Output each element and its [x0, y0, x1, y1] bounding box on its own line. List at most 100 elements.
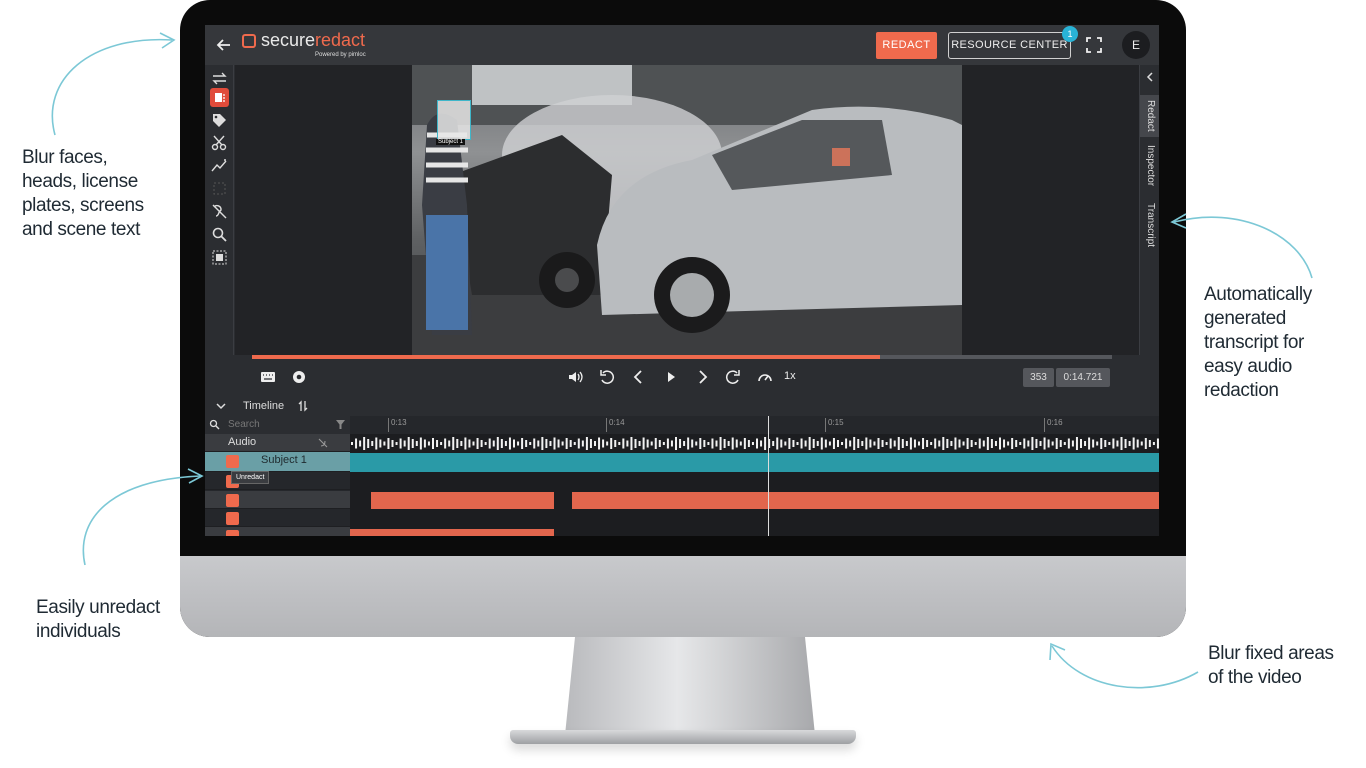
waveform-bar [614, 440, 617, 447]
waveform-bar [849, 440, 852, 447]
scissors-icon[interactable] [210, 133, 229, 152]
waveform-bar [1144, 438, 1147, 449]
waveform-bar [978, 438, 981, 449]
waveform-bar [986, 437, 989, 450]
redaction-segment[interactable] [572, 492, 1159, 509]
audio-off-icon[interactable] [318, 438, 328, 448]
volume-icon[interactable] [567, 368, 585, 386]
waveform-bar [723, 439, 726, 448]
waveform-bar [419, 437, 422, 450]
waveform-bar [958, 439, 961, 448]
track-row[interactable] [205, 509, 350, 527]
fullscreen-icon[interactable] [1086, 37, 1102, 53]
search-icon[interactable] [210, 225, 229, 244]
frame-select-icon[interactable] [210, 248, 229, 267]
waveform-bar [812, 439, 815, 448]
redact-checkbox[interactable] [226, 530, 239, 536]
tab-inspector[interactable]: Inspector [1140, 139, 1159, 193]
logo-powered-by: Powered by pimloc [315, 52, 366, 58]
forward-icon[interactable] [724, 368, 742, 386]
subject-redaction-bar[interactable] [350, 453, 1159, 472]
box-select-icon[interactable] [210, 179, 229, 198]
speedometer-icon[interactable] [756, 368, 774, 386]
redact-list-icon[interactable] [210, 88, 229, 107]
waveform-bar [581, 440, 584, 447]
redact-button[interactable]: REDACT [876, 32, 937, 59]
waveform-bar [448, 440, 451, 447]
gear-icon[interactable] [290, 368, 308, 386]
redact-checkbox[interactable] [226, 494, 239, 507]
waveform-bar [484, 442, 487, 445]
next-frame-icon[interactable] [693, 368, 711, 386]
waveform-bar [897, 437, 900, 450]
avatar[interactable]: E [1122, 31, 1150, 59]
track-search[interactable]: Search [205, 416, 350, 434]
magic-icon[interactable] [210, 156, 229, 175]
waveform-bar [1055, 438, 1058, 449]
redaction-segment[interactable] [371, 492, 554, 509]
previous-frame-icon[interactable] [630, 368, 648, 386]
rewind-icon[interactable] [598, 368, 616, 386]
subject-track-label: Subject 1 [261, 454, 307, 466]
blur-region[interactable] [832, 148, 850, 166]
callout-line: plates, screens [22, 195, 144, 216]
waveform-bar [1067, 438, 1070, 449]
waveform-bar [687, 437, 690, 450]
monitor-chin [180, 556, 1186, 637]
swap-icon[interactable] [210, 69, 229, 88]
waveform-bar [666, 438, 669, 449]
audio-off-icon[interactable] [210, 202, 229, 221]
chevron-left-icon[interactable] [1145, 72, 1155, 82]
keyboard-icon[interactable] [259, 368, 277, 386]
waveform-bar [743, 438, 746, 449]
track-row[interactable] [205, 491, 350, 509]
callout-line: transcript for [1204, 332, 1304, 353]
play-icon[interactable] [662, 368, 680, 386]
callout-line: Automatically [1204, 284, 1312, 305]
waveform-bar [468, 439, 471, 448]
waveform-bar [387, 438, 390, 449]
waveform-bar [845, 438, 848, 449]
redact-checkbox[interactable] [226, 512, 239, 525]
waveform-bar [561, 441, 564, 446]
waveform-bar [934, 438, 937, 449]
waveform-bar [1019, 442, 1022, 445]
callout-line: of the video [1208, 667, 1302, 688]
time-ruler: 0:13 0:14 0:15 0:16 [350, 416, 1159, 434]
tab-transcript[interactable]: Transcript [1140, 195, 1159, 255]
playhead[interactable] [768, 416, 769, 536]
subject-track-row[interactable]: Subject 1 [205, 452, 350, 472]
waveform-bar [606, 441, 609, 446]
waveform-bar [351, 442, 353, 445]
track-row[interactable] [205, 527, 350, 536]
chevron-down-icon[interactable] [216, 401, 226, 411]
waveform-bar [1104, 440, 1107, 447]
waveform-bar [379, 439, 382, 448]
audio-track-label: Audio [228, 436, 257, 448]
tab-redact[interactable]: Redact [1140, 95, 1159, 137]
face-blur-box[interactable] [437, 100, 471, 140]
waveform-bar [804, 440, 807, 447]
filter-icon[interactable] [336, 420, 345, 429]
back-arrow-icon[interactable] [214, 35, 234, 55]
redaction-segment[interactable] [350, 529, 554, 536]
search-input[interactable]: Search [228, 419, 260, 430]
video-frame[interactable]: Subject 1 [412, 65, 962, 355]
sort-icon[interactable] [297, 400, 309, 412]
redact-checkbox[interactable] [226, 455, 239, 468]
timeline-tracks[interactable]: 0:13 0:14 0:15 0:16 [350, 416, 1159, 536]
waveform-bar [1152, 442, 1155, 445]
waveform-bar [504, 441, 507, 446]
track-row[interactable] [205, 472, 350, 490]
waveform-bar [1100, 438, 1103, 449]
playback-speed[interactable]: 1x [784, 370, 796, 382]
audio-track-row[interactable]: Audio [205, 434, 350, 452]
waveform-bar [946, 439, 949, 448]
waveform-bar [525, 440, 528, 447]
waveform-bar [444, 438, 447, 449]
waveform-bar [1124, 439, 1127, 448]
resource-center-button[interactable]: RESOURCE CENTER [948, 32, 1071, 59]
tag-icon[interactable] [210, 111, 229, 130]
waveform-bar [411, 439, 414, 448]
waveform-bar [1112, 438, 1115, 449]
